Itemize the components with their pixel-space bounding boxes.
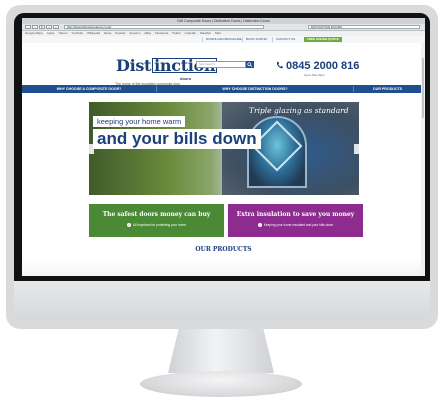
- opening-hours: Open 8am-8pm: [304, 73, 325, 77]
- book-survey-link[interactable]: BOOK SURVEY: [242, 37, 271, 42]
- reload-button[interactable]: ↻: [39, 25, 45, 29]
- reload-icon: ↻: [40, 25, 44, 29]
- bookmark-item[interactable]: Weather: [200, 31, 211, 35]
- cta-subtitle-text: Keeping your home insulated and your bil…: [263, 223, 334, 227]
- forward-button[interactable]: ›: [32, 25, 38, 29]
- check-icon: ✓: [126, 223, 131, 228]
- hero-script-text: Triple glazing as standard: [249, 106, 349, 115]
- bookmark-item[interactable]: Amazon: [129, 31, 140, 35]
- contact-us-link[interactable]: CONTACT US: [272, 37, 298, 42]
- main-navigation: WHY CHOOSE A COMPOSITE DOOR? WHY CHOOSE …: [22, 85, 425, 93]
- nav-item-why-composite[interactable]: WHY CHOOSE A COMPOSITE DOOR?: [22, 85, 156, 93]
- nav-item-our-products[interactable]: OUR PRODUCTS: [354, 85, 421, 93]
- browser-search-field[interactable]: DISTINCTION DOORS: [308, 25, 420, 29]
- back-button[interactable]: ‹: [25, 25, 31, 29]
- hero-headline-small: keeping your home warm: [93, 116, 186, 127]
- bookmark-item[interactable]: eBay: [144, 31, 151, 35]
- address-bar[interactable]: http://www.distinctiondoors.co.uk/: [64, 25, 264, 29]
- cta-title: Extra insulation to save you money: [236, 211, 355, 218]
- bookmark-item[interactable]: Yahoo!: [58, 31, 67, 35]
- cta-safest-doors[interactable]: The safest doors money can buy ✓ All impo…: [89, 204, 224, 237]
- hero-banner[interactable]: Triple glazing as standard keeping your …: [89, 102, 359, 195]
- browser-toolbar: ‹ › ↻ ⌂ + http://www.distinctiondoors.co…: [22, 24, 425, 31]
- monitor-stand-base: [140, 371, 302, 397]
- cta-subtitle: ✓ All important for protecting your home: [89, 223, 224, 228]
- monitor-stand-neck: [168, 329, 274, 373]
- bookmark-item[interactable]: Google Maps: [25, 31, 43, 35]
- search-icon: [247, 62, 253, 67]
- scrollbar-thumb[interactable]: [422, 58, 424, 118]
- bookmark-item[interactable]: Facebook: [155, 31, 168, 35]
- monitor-chin: [14, 281, 430, 321]
- slider-next-arrow-icon[interactable]: [354, 144, 359, 154]
- bookmark-item[interactable]: LinkedIn: [185, 31, 196, 35]
- site-search-input[interactable]: Site Search...: [196, 61, 246, 68]
- phone-number[interactable]: 0845 2000 816: [286, 60, 359, 72]
- home-icon: ⌂: [48, 25, 50, 29]
- bookmark-item[interactable]: YouTube: [71, 31, 83, 35]
- home-button[interactable]: ⌂: [46, 25, 52, 29]
- bookmark-item[interactable]: Mail: [215, 31, 221, 35]
- nav-item-why-distinction[interactable]: WHY CHOOSE DISTINCTION DOORS?: [157, 85, 353, 93]
- free-quote-button[interactable]: FREE ONLINE QUOTE: [304, 37, 342, 42]
- logo-text-start: Dist: [116, 56, 152, 75]
- plus-icon: +: [55, 25, 57, 29]
- forward-arrow-icon: ›: [34, 25, 36, 29]
- bookmark-item[interactable]: News: [104, 31, 112, 35]
- section-title-our-products: OUR PRODUCTS: [195, 246, 252, 253]
- back-arrow-icon: ‹: [27, 25, 29, 29]
- site-top-strip: DOWNLOAD BROCHURE BOOK SURVEY CONTACT US…: [22, 36, 425, 43]
- check-icon: ✓: [257, 223, 262, 228]
- cta-title: The safest doors money can buy: [102, 211, 211, 218]
- logo-doors-text: doors: [180, 76, 192, 81]
- screen: DW Composite Doors | Distinction Doors |…: [22, 18, 425, 276]
- slider-prev-arrow-icon[interactable]: [89, 144, 94, 154]
- phone-icon: [277, 61, 283, 69]
- bookmark-item[interactable]: Apple: [47, 31, 55, 35]
- bookmark-item[interactable]: Popular: [115, 31, 125, 35]
- products-area: [22, 259, 425, 276]
- cta-subtitle-text: All important for protecting your home: [132, 223, 187, 227]
- site-search-button[interactable]: [246, 61, 254, 68]
- bookmark-item[interactable]: Twitter: [172, 31, 181, 35]
- cta-subtitle: ✓ Keeping your home insulated and your bi…: [228, 223, 363, 228]
- cta-extra-insulation[interactable]: Extra insulation to save you money ✓ Keep…: [228, 204, 363, 237]
- hero-headline-large: and your bills down: [93, 129, 261, 149]
- download-brochure-link[interactable]: DOWNLOAD BROCHURE: [202, 37, 245, 42]
- bookmark-item[interactable]: Wikipedia: [87, 31, 100, 35]
- add-tab-button[interactable]: +: [53, 25, 59, 29]
